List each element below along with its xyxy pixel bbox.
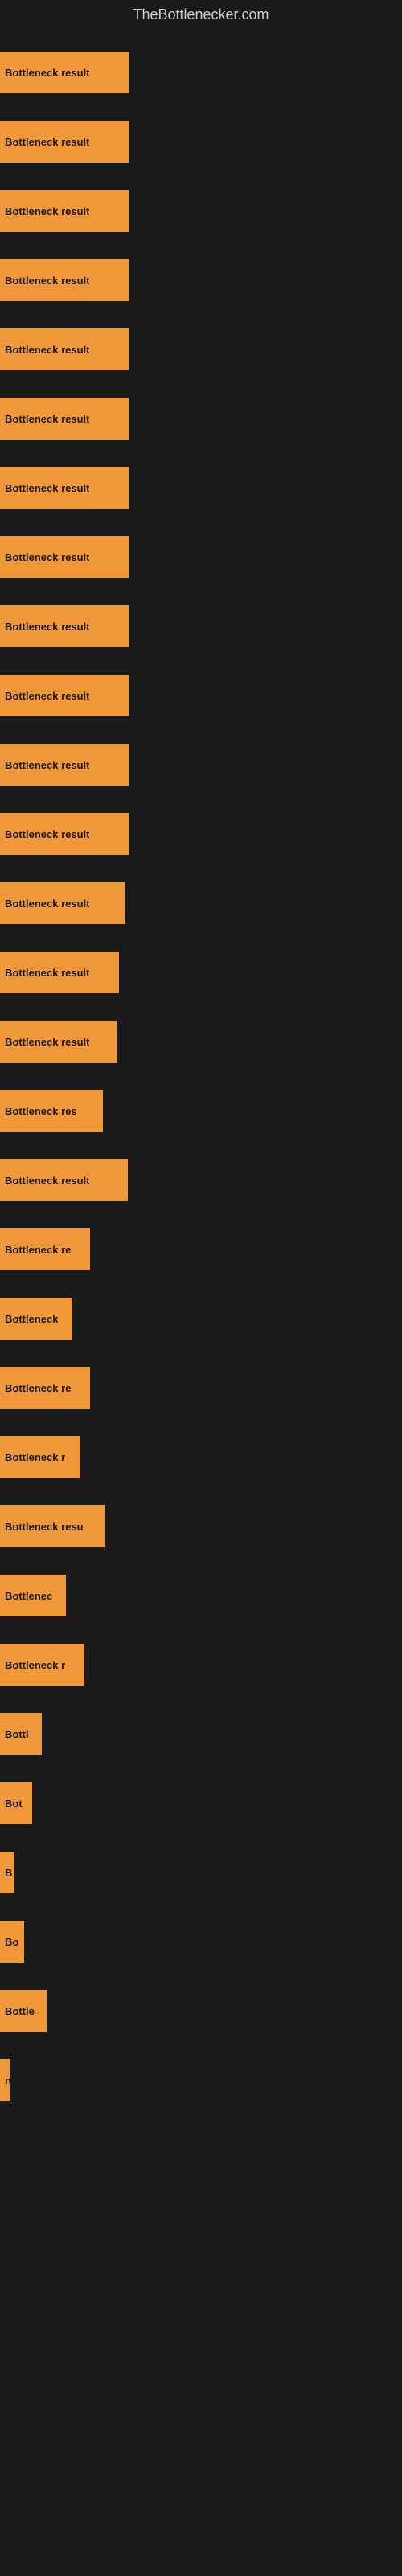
bar-label: B <box>5 1867 12 1879</box>
bottleneck-bar[interactable]: Bottleneck result <box>0 536 129 578</box>
bar-row: Bottleneck result <box>0 176 402 246</box>
bar-row: Bot <box>0 1769 402 1838</box>
bar-row: Bottleneck r <box>0 1422 402 1492</box>
bar-label: Bottle <box>5 2005 35 2017</box>
bottleneck-bar[interactable]: Bottleneck resu <box>0 1505 105 1547</box>
bar-label: Bottleneck result <box>5 828 89 840</box>
bar-label: Bottleneck result <box>5 275 89 287</box>
bottleneck-bar[interactable]: Bottleneck <box>0 1298 72 1340</box>
bar-label: Bottleneck result <box>5 1036 89 1048</box>
bottleneck-bar[interactable]: Bottleneck result <box>0 398 129 440</box>
bottleneck-bar[interactable]: Bottleneck result <box>0 813 129 855</box>
bar-row: Bottleneck result <box>0 315 402 384</box>
bar-label: Bottl <box>5 1728 29 1740</box>
bottleneck-bar[interactable]: B <box>0 1852 14 1893</box>
bar-label: Bottleneck result <box>5 136 89 148</box>
bar-row: Bottleneck result <box>0 522 402 592</box>
bar-row: n <box>0 2046 402 2115</box>
bottleneck-bar[interactable]: Bottleneck result <box>0 744 129 786</box>
bar-row: Bottleneck result <box>0 1146 402 1215</box>
bar-row: Bottleneck result <box>0 869 402 938</box>
bar-row: Bottleneck resu <box>0 1492 402 1561</box>
bottleneck-bar[interactable]: Bottleneck result <box>0 1021 117 1063</box>
bottleneck-bar[interactable]: Bottleneck result <box>0 1159 128 1201</box>
bar-row: Bottleneck result <box>0 246 402 315</box>
bar-label: Bottleneck result <box>5 205 89 217</box>
bar-label: Bottleneck result <box>5 482 89 494</box>
bar-row: Bottleneck re <box>0 1353 402 1422</box>
bar-row: Bottleneck result <box>0 107 402 176</box>
bar-row: Bottl <box>0 1699 402 1769</box>
bar-label: Bot <box>5 1798 23 1810</box>
bar-row: Bottleneck result <box>0 384 402 453</box>
bar-row: Bottleneck result <box>0 453 402 522</box>
bar-row: Bottleneck result <box>0 730 402 799</box>
bottleneck-bar[interactable]: Bottleneck result <box>0 190 129 232</box>
bottleneck-bar[interactable]: Bottleneck res <box>0 1090 103 1132</box>
bar-label: Bottleneck result <box>5 621 89 633</box>
bar-row: Bottleneck r <box>0 1630 402 1699</box>
bar-label: Bottlenec <box>5 1590 52 1602</box>
bar-label: Bottleneck re <box>5 1382 71 1394</box>
bar-label: Bottleneck result <box>5 898 89 910</box>
bar-label: n <box>5 2074 10 2087</box>
bar-label: Bottleneck resu <box>5 1521 84 1533</box>
bottleneck-bar[interactable]: n <box>0 2059 10 2101</box>
bottleneck-bar[interactable]: Bottleneck result <box>0 605 129 647</box>
bar-row: Bottleneck result <box>0 799 402 869</box>
bar-label: Bottleneck result <box>5 690 89 702</box>
bottleneck-bar[interactable]: Bottleneck result <box>0 52 129 93</box>
bar-row: Bottleneck result <box>0 1007 402 1076</box>
bar-row: Bottleneck result <box>0 592 402 661</box>
bar-label: Bottleneck result <box>5 967 89 979</box>
bottleneck-bar[interactable]: Bottleneck re <box>0 1228 90 1270</box>
bar-row: Bottleneck <box>0 1284 402 1353</box>
bar-row: Bottleneck res <box>0 1076 402 1146</box>
bottleneck-bar[interactable]: Bottl <box>0 1713 42 1755</box>
bottleneck-bar[interactable]: Bottleneck result <box>0 952 119 993</box>
bar-label: Bottleneck r <box>5 1451 65 1463</box>
bottleneck-bar[interactable]: Bot <box>0 1782 32 1824</box>
bar-label: Bottleneck r <box>5 1659 65 1671</box>
bar-row: Bottleneck result <box>0 38 402 107</box>
bottleneck-bar[interactable]: Bottleneck r <box>0 1644 84 1686</box>
bar-label: Bottleneck result <box>5 1174 89 1187</box>
bar-row: B <box>0 1838 402 1907</box>
bottleneck-bar[interactable]: Bottlenec <box>0 1575 66 1616</box>
bar-label: Bottleneck re <box>5 1244 71 1256</box>
bottleneck-bar[interactable]: Bottleneck result <box>0 259 129 301</box>
bars-container: Bottleneck result Bottleneck result Bottle… <box>0 30 402 2115</box>
bottleneck-bar[interactable]: Bottleneck result <box>0 882 125 924</box>
site-title: TheBottlenecker.com <box>0 0 402 30</box>
bar-label: Bottleneck result <box>5 413 89 425</box>
bar-label: Bottleneck <box>5 1313 58 1325</box>
bottleneck-bar[interactable]: Bottleneck result <box>0 121 129 163</box>
bar-row: Bottleneck re <box>0 1215 402 1284</box>
bar-label: Bottleneck result <box>5 759 89 771</box>
bottleneck-bar[interactable]: Bottleneck r <box>0 1436 80 1478</box>
bar-label: Bottleneck result <box>5 551 89 564</box>
bottleneck-bar[interactable]: Bo <box>0 1921 24 1963</box>
bar-label: Bottleneck result <box>5 67 89 79</box>
bar-row: Bottlenec <box>0 1561 402 1630</box>
bottleneck-bar[interactable]: Bottleneck result <box>0 328 129 370</box>
bar-row: Bottleneck result <box>0 938 402 1007</box>
bottleneck-bar[interactable]: Bottleneck result <box>0 675 129 716</box>
bottleneck-bar[interactable]: Bottleneck re <box>0 1367 90 1409</box>
bar-label: Bottleneck result <box>5 344 89 356</box>
bar-row: Bottleneck result <box>0 661 402 730</box>
bar-label: Bottleneck res <box>5 1105 77 1117</box>
bar-row: Bottle <box>0 1976 402 2046</box>
bottleneck-bar[interactable]: Bottleneck result <box>0 467 129 509</box>
bar-row: Bo <box>0 1907 402 1976</box>
bar-label: Bo <box>5 1936 18 1948</box>
bottleneck-bar[interactable]: Bottle <box>0 1990 47 2032</box>
